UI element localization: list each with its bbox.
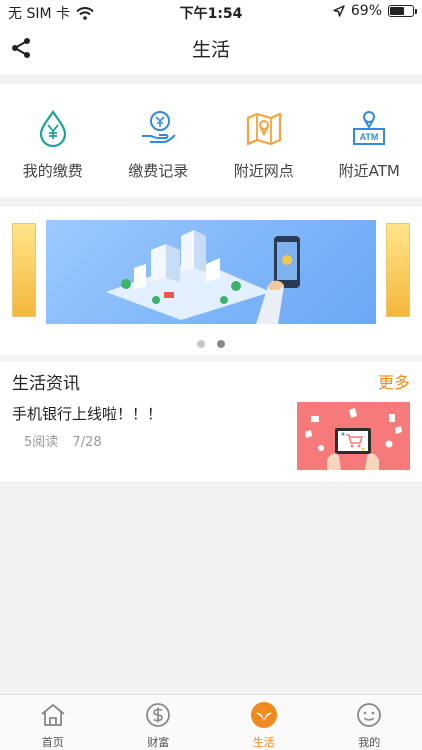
atm-location-icon: ATM — [353, 111, 386, 145]
tab-bar: 首页 财富 生活 我的 — [0, 694, 422, 750]
quick-action-label: 缴费记录 — [128, 162, 189, 180]
home-icon — [41, 704, 65, 726]
page-title: 生活 — [191, 39, 230, 61]
article-date: 7/28 — [72, 435, 102, 450]
article-meta: 5阅读 7/28 — [24, 431, 102, 450]
status-bar: 无 SIM 卡 下午1:54 69% — [0, 0, 422, 22]
quick-action-nearby-atm[interactable]: ATM 附近ATM — [317, 84, 422, 197]
battery-icon — [388, 5, 417, 17]
leaf-icon — [250, 702, 277, 728]
city-phone-illustration — [106, 230, 300, 324]
nav-bar: 生活 — [0, 22, 422, 74]
quick-action-label: 我的缴费 — [22, 162, 83, 180]
tab-home[interactable]: 首页 — [0, 695, 106, 750]
hand-yuan-icon — [142, 111, 176, 143]
quick-action-label: 附近ATM — [338, 162, 400, 180]
carousel-prev-card[interactable] — [12, 223, 36, 317]
quick-actions: 我的缴费 缴费记录 附近网点 ATM 附近ATM — [0, 84, 422, 197]
quick-action-my-payment[interactable]: 我的缴费 — [0, 84, 106, 197]
location-arrow-icon — [333, 5, 345, 17]
tab-label: 财富 — [147, 736, 170, 749]
quick-action-label: 附近网点 — [233, 162, 294, 180]
dollar-coin-icon — [146, 703, 171, 727]
news-section-title: 生活资讯 — [12, 374, 80, 394]
battery-fill — [390, 7, 404, 15]
tab-wealth[interactable]: 财富 — [106, 695, 212, 750]
carousel-dots — [0, 333, 422, 352]
shopping-tablet-illustration — [305, 408, 402, 470]
carousel-dot-active[interactable] — [216, 340, 225, 348]
article-read-count: 5阅读 — [24, 435, 59, 450]
article-title[interactable]: 手机银行上线啦！！！ — [12, 403, 162, 424]
article-thumbnail[interactable] — [297, 402, 410, 470]
tab-life[interactable]: 生活 — [211, 695, 317, 750]
tab-me[interactable]: 我的 — [317, 695, 422, 750]
smiley-icon — [357, 703, 382, 727]
carousel-dot[interactable] — [197, 340, 206, 348]
carousel-next-card[interactable] — [386, 223, 410, 317]
banner-carousel[interactable] — [0, 207, 422, 355]
map-pin-icon — [246, 112, 281, 146]
water-drop-yuan-icon — [39, 110, 66, 148]
tab-label: 生活 — [252, 736, 275, 749]
battery-percent: 69% — [350, 3, 382, 19]
news-more-link[interactable]: 更多 — [378, 369, 410, 393]
tab-label: 我的 — [358, 736, 381, 749]
svg-text:ATM: ATM — [360, 132, 379, 142]
quick-action-payment-records[interactable]: 缴费记录 — [106, 84, 212, 197]
status-right: 69% — [333, 3, 417, 19]
news-section: 生活资讯 更多 手机银行上线啦！！！ 5阅读 7/28 — [0, 361, 422, 481]
tab-label: 首页 — [41, 736, 64, 749]
quick-action-nearby-branches[interactable]: 附近网点 — [211, 84, 317, 197]
banner-image[interactable] — [46, 220, 376, 324]
